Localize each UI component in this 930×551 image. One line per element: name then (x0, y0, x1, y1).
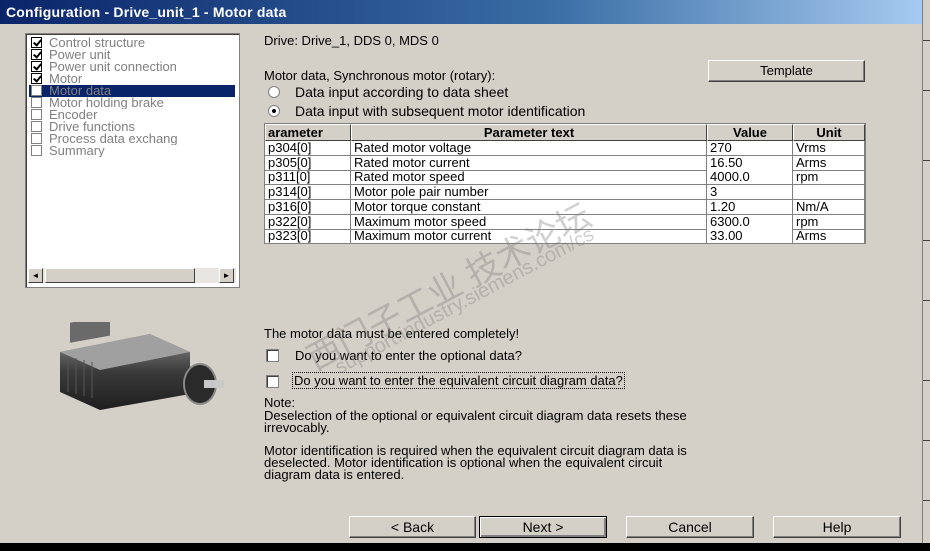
cell-value[interactable]: 4000.0 (707, 170, 793, 186)
template-button[interactable]: Template (708, 60, 865, 82)
cell-value[interactable]: 270 (707, 141, 793, 156)
empty-checkbox-icon (31, 121, 42, 132)
tree-item-power-unit-connection[interactable]: Power unit connection (29, 61, 235, 73)
cell-value[interactable]: 6300.0 (707, 214, 793, 230)
optional-data-label[interactable]: Do you want to enter the optional data? (295, 348, 522, 363)
column-header-unit[interactable]: Unit (793, 124, 865, 141)
cell-parameter: p304[0] (265, 141, 351, 156)
cell-unit: rpm (793, 170, 865, 186)
radio-data-sheet-label[interactable]: Data input according to data sheet (295, 84, 508, 100)
cell-value[interactable]: 33.00 (707, 229, 793, 245)
tree-item-label: Motor (49, 73, 83, 85)
cell-unit: Vrms (793, 141, 865, 156)
motor-parameter-table: arameter Parameter text Value Unit p304[… (264, 123, 866, 245)
tree-item-label: Drive functions (49, 121, 135, 133)
tree-item-control-structure[interactable]: Control structure (29, 37, 235, 49)
cell-parameter-text: Rated motor speed (351, 170, 707, 186)
cell-parameter-text: Maximum motor current (351, 229, 707, 245)
tree-item-motor[interactable]: Motor (29, 73, 235, 85)
cell-parameter: p322[0] (265, 214, 351, 230)
cell-parameter-text: Maximum motor speed (351, 214, 707, 230)
equivalent-circuit-checkbox[interactable] (266, 375, 279, 388)
next-button[interactable]: Next > (479, 516, 607, 538)
column-header-parameter[interactable]: arameter (265, 124, 351, 141)
checkmark-icon (31, 61, 42, 72)
radio-motor-identification[interactable] (268, 105, 280, 117)
tree-item-motor-data[interactable]: Motor data (29, 85, 235, 97)
tree-item-summary[interactable]: Summary (29, 145, 235, 157)
tree-item-label: Motor data (49, 85, 112, 97)
cell-unit: Arms (793, 229, 865, 245)
window-title: Configuration - Drive_unit_1 - Motor dat… (6, 4, 287, 20)
checkmark-icon (31, 49, 42, 60)
cell-parameter-text: Motor torque constant (351, 199, 707, 215)
empty-checkbox-icon (31, 109, 42, 120)
tree-item-label: Control structure (49, 37, 146, 49)
cell-parameter-text: Rated motor current (351, 155, 707, 171)
screen-bottom-edge (0, 543, 930, 551)
tree-item-label: Motor holding brake (49, 97, 164, 109)
column-header-value[interactable]: Value (707, 124, 793, 141)
cell-unit: Nm/A (793, 199, 865, 215)
cell-parameter: p314[0] (265, 185, 351, 201)
title-bar[interactable]: Configuration - Drive_unit_1 - Motor dat… (0, 0, 922, 24)
ident-line-3: diagram data is entered. (264, 467, 405, 482)
tree-item-power-unit[interactable]: Power unit (29, 49, 235, 61)
empty-checkbox-icon (31, 85, 42, 96)
cell-unit: Arms (793, 155, 865, 171)
empty-checkbox-icon (31, 145, 42, 156)
note-line-2: irrevocably. (264, 420, 330, 435)
cell-parameter-text: Motor pole pair number (351, 185, 707, 201)
tree-item-label: Summary (49, 145, 105, 157)
motor-type-label: Motor data, Synchronous motor (rotary): (264, 68, 496, 83)
cell-parameter: p305[0] (265, 155, 351, 171)
checkmark-icon (31, 37, 42, 48)
scroll-right-arrow-icon[interactable]: ► (219, 268, 234, 283)
configuration-dialog: Configuration - Drive_unit_1 - Motor dat… (0, 0, 922, 551)
cell-parameter: p311[0] (265, 170, 351, 186)
cell-parameter: p316[0] (265, 199, 351, 215)
cell-value[interactable]: 1.20 (707, 199, 793, 215)
tree-item-motor-holding-brake[interactable]: Motor holding brake (29, 97, 235, 109)
cell-unit (793, 185, 865, 201)
equivalent-circuit-label[interactable]: Do you want to enter the equivalent circ… (292, 372, 625, 389)
help-button[interactable]: Help (773, 516, 901, 538)
cell-value[interactable]: 3 (707, 185, 793, 201)
servo-motor-image (60, 322, 224, 410)
radio-motor-identification-label[interactable]: Data input with subsequent motor identif… (295, 103, 585, 119)
tree-horizontal-scrollbar[interactable]: ◄ ► (28, 268, 236, 283)
cancel-button[interactable]: Cancel (626, 516, 754, 538)
optional-data-checkbox[interactable] (266, 349, 279, 362)
back-button[interactable]: < Back (349, 516, 476, 538)
checkmark-icon (31, 73, 42, 84)
tree-item-label: Process data exchang (49, 133, 178, 145)
cell-parameter: p323[0] (265, 229, 351, 245)
drive-info-label: Drive: Drive_1, DDS 0, MDS 0 (264, 33, 439, 48)
tree-item-drive-functions[interactable]: Drive functions (29, 121, 235, 133)
radio-data-sheet[interactable] (268, 86, 280, 98)
cell-value[interactable]: 16.50 (707, 155, 793, 171)
tree-item-encoder[interactable]: Encoder (29, 109, 235, 121)
empty-checkbox-icon (31, 97, 42, 108)
scrollbar-thumb[interactable] (45, 268, 195, 283)
wizard-step-tree[interactable]: Control structure Power unit Power unit co… (25, 33, 240, 288)
background-window-edge (922, 0, 930, 551)
empty-checkbox-icon (31, 133, 42, 144)
cell-unit: rpm (793, 214, 865, 230)
completion-warning: The motor data must be entered completel… (264, 326, 520, 341)
tree-item-label: Power unit (49, 49, 111, 61)
tree-item-label: Power unit connection (49, 61, 177, 73)
cell-parameter-text: Rated motor voltage (351, 141, 707, 156)
tree-item-label: Encoder (49, 109, 98, 121)
scroll-left-arrow-icon[interactable]: ◄ (28, 268, 43, 283)
column-header-parameter-text[interactable]: Parameter text (351, 124, 707, 141)
tree-item-process-data-exchang[interactable]: Process data exchang (29, 133, 235, 145)
